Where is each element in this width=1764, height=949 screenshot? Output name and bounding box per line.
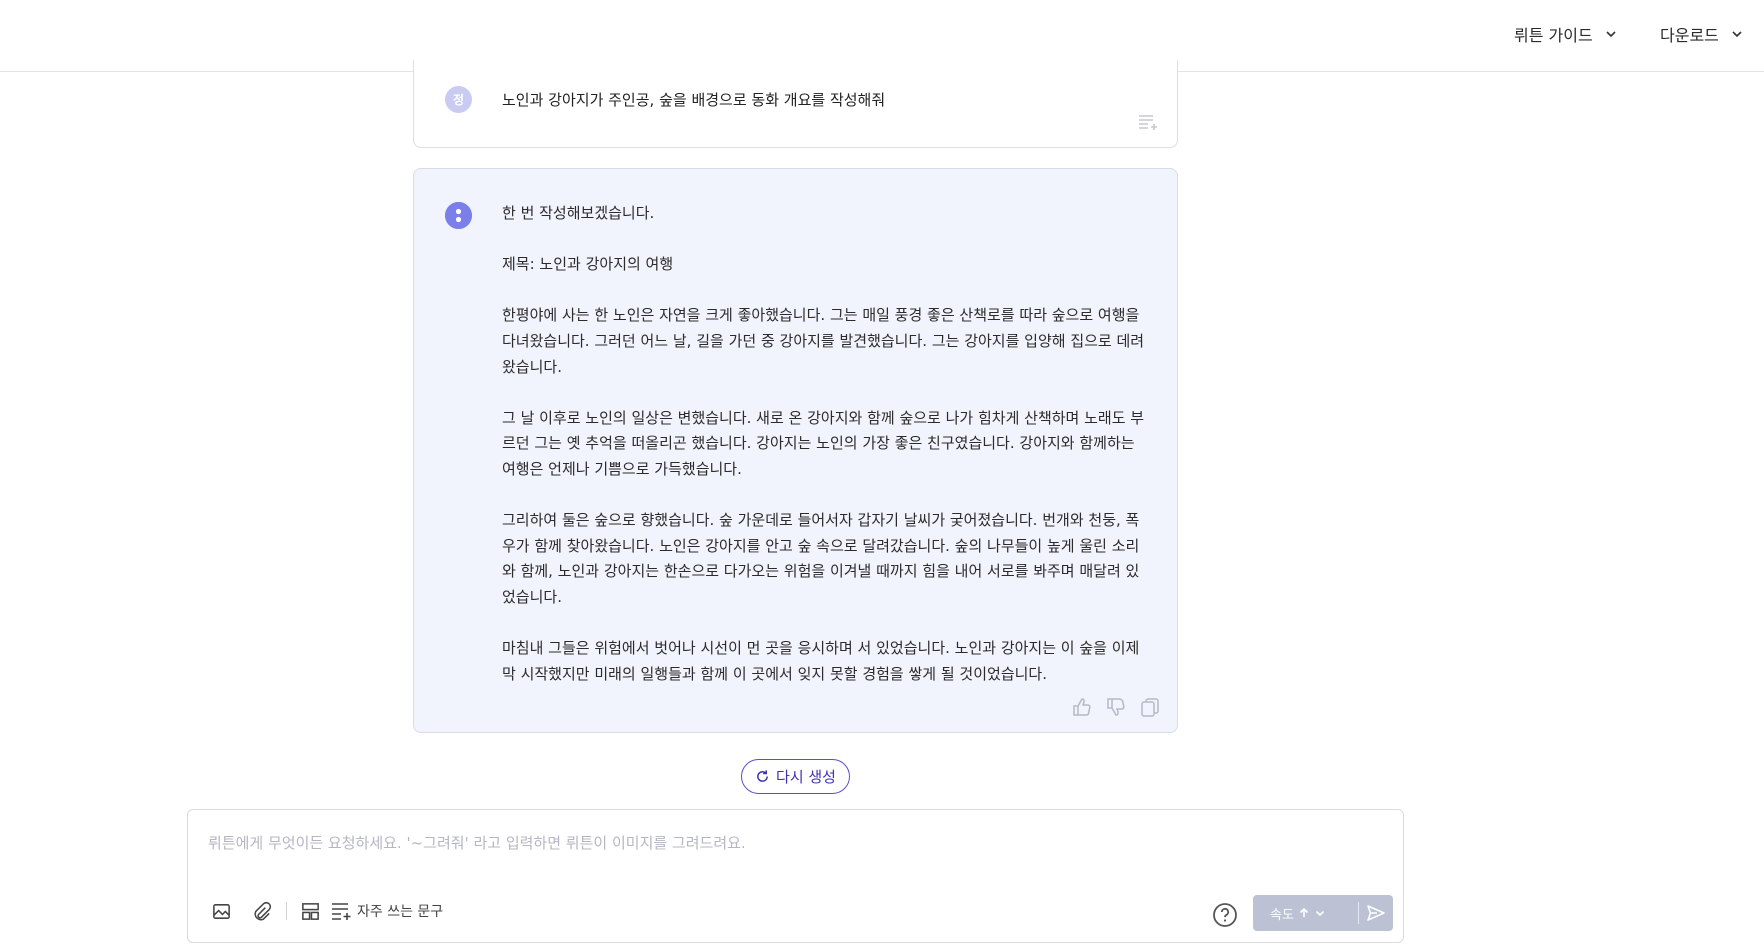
template-icon[interactable] <box>299 900 321 922</box>
frequent-phrases-button[interactable]: 자주 쓰는 문구 <box>331 901 443 921</box>
assistant-paragraph: 제목: 노인과 강아지의 여행 <box>502 255 674 274</box>
speed-selector[interactable]: 속도 <box>1253 904 1358 923</box>
add-prompt-icon[interactable] <box>1137 113 1159 131</box>
help-icon[interactable] <box>1212 902 1238 928</box>
assistant-message-card: 한 번 작성해보겠습니다. 제목: 노인과 강아지의 여행 한평야에 사는 한 … <box>413 168 1178 733</box>
arrow-up-icon <box>1299 907 1308 917</box>
image-icon[interactable] <box>210 900 232 922</box>
nav-guide-menu[interactable]: 뤼튼 가이드 <box>1514 22 1619 46</box>
assistant-paragraph: 그리하여 둘은 숲으로 향했습니다. 숲 가운데로 들어서자 갑자기 날씨가 궂… <box>502 511 1140 606</box>
paperclip-icon[interactable] <box>250 900 272 922</box>
refresh-icon <box>757 770 768 782</box>
user-message-card: 정 노인과 강아지가 주인공, 숲을 배경으로 동화 개요를 작성해줘 <box>413 60 1178 148</box>
assistant-logo-icon <box>445 202 472 229</box>
send-icon <box>1367 905 1385 921</box>
assistant-avatar <box>445 202 472 229</box>
chevron-down-icon <box>1606 31 1616 38</box>
send-controls: 속도 <box>1253 895 1393 931</box>
composer-toolbar: 자주 쓰는 문구 <box>210 900 443 922</box>
message-composer[interactable]: 뤼튼에게 무엇이든 요청하세요. '~그려줘' 라고 입력하면 뤼튼이 이미지를… <box>187 809 1404 943</box>
assistant-paragraph: 한평야에 사는 한 노인은 자연을 크게 좋아했습니다. 그는 매일 풍경 좋은… <box>502 306 1145 376</box>
regenerate-button[interactable]: 다시 생성 <box>741 759 850 794</box>
toolbar-divider <box>286 902 287 920</box>
assistant-paragraph: 마침내 그들은 위험에서 벗어나 시선이 먼 곳을 응시하며 서 있었습니다. … <box>502 639 1140 683</box>
nav-download-menu[interactable]: 다운로드 <box>1660 22 1745 46</box>
assistant-message-text: 한 번 작성해보겠습니다. 제목: 노인과 강아지의 여행 한평야에 사는 한 … <box>502 201 1150 713</box>
assistant-paragraph: 한 번 작성해보겠습니다. <box>502 204 655 222</box>
chevron-down-icon <box>1315 910 1324 917</box>
regenerate-label: 다시 생성 <box>776 768 836 786</box>
nav-guide-label: 뤼튼 가이드 <box>1514 26 1593 45</box>
nav-download-label: 다운로드 <box>1660 26 1719 45</box>
speed-label: 속도 <box>1270 907 1294 923</box>
list-add-icon <box>332 903 351 920</box>
composer-input[interactable]: 뤼튼에게 무엇이든 요청하세요. '~그려줘' 라고 입력하면 뤼튼이 이미지를… <box>208 832 746 853</box>
message-actions <box>1071 696 1161 718</box>
send-button[interactable] <box>1359 903 1393 923</box>
frequent-phrases-label: 자주 쓰는 문구 <box>357 904 444 920</box>
assistant-paragraph: 그 날 이후로 노인의 일상은 변했습니다. 새로 온 강아지와 함께 숲으로 … <box>502 408 1145 478</box>
chevron-down-icon <box>1732 31 1742 38</box>
copy-icon[interactable] <box>1139 696 1161 718</box>
thumbs-down-icon[interactable] <box>1105 696 1127 718</box>
user-message-text: 노인과 강아지가 주인공, 숲을 배경으로 동화 개요를 작성해줘 <box>502 91 886 109</box>
user-avatar: 정 <box>445 86 472 113</box>
thumbs-up-icon[interactable] <box>1071 696 1093 718</box>
